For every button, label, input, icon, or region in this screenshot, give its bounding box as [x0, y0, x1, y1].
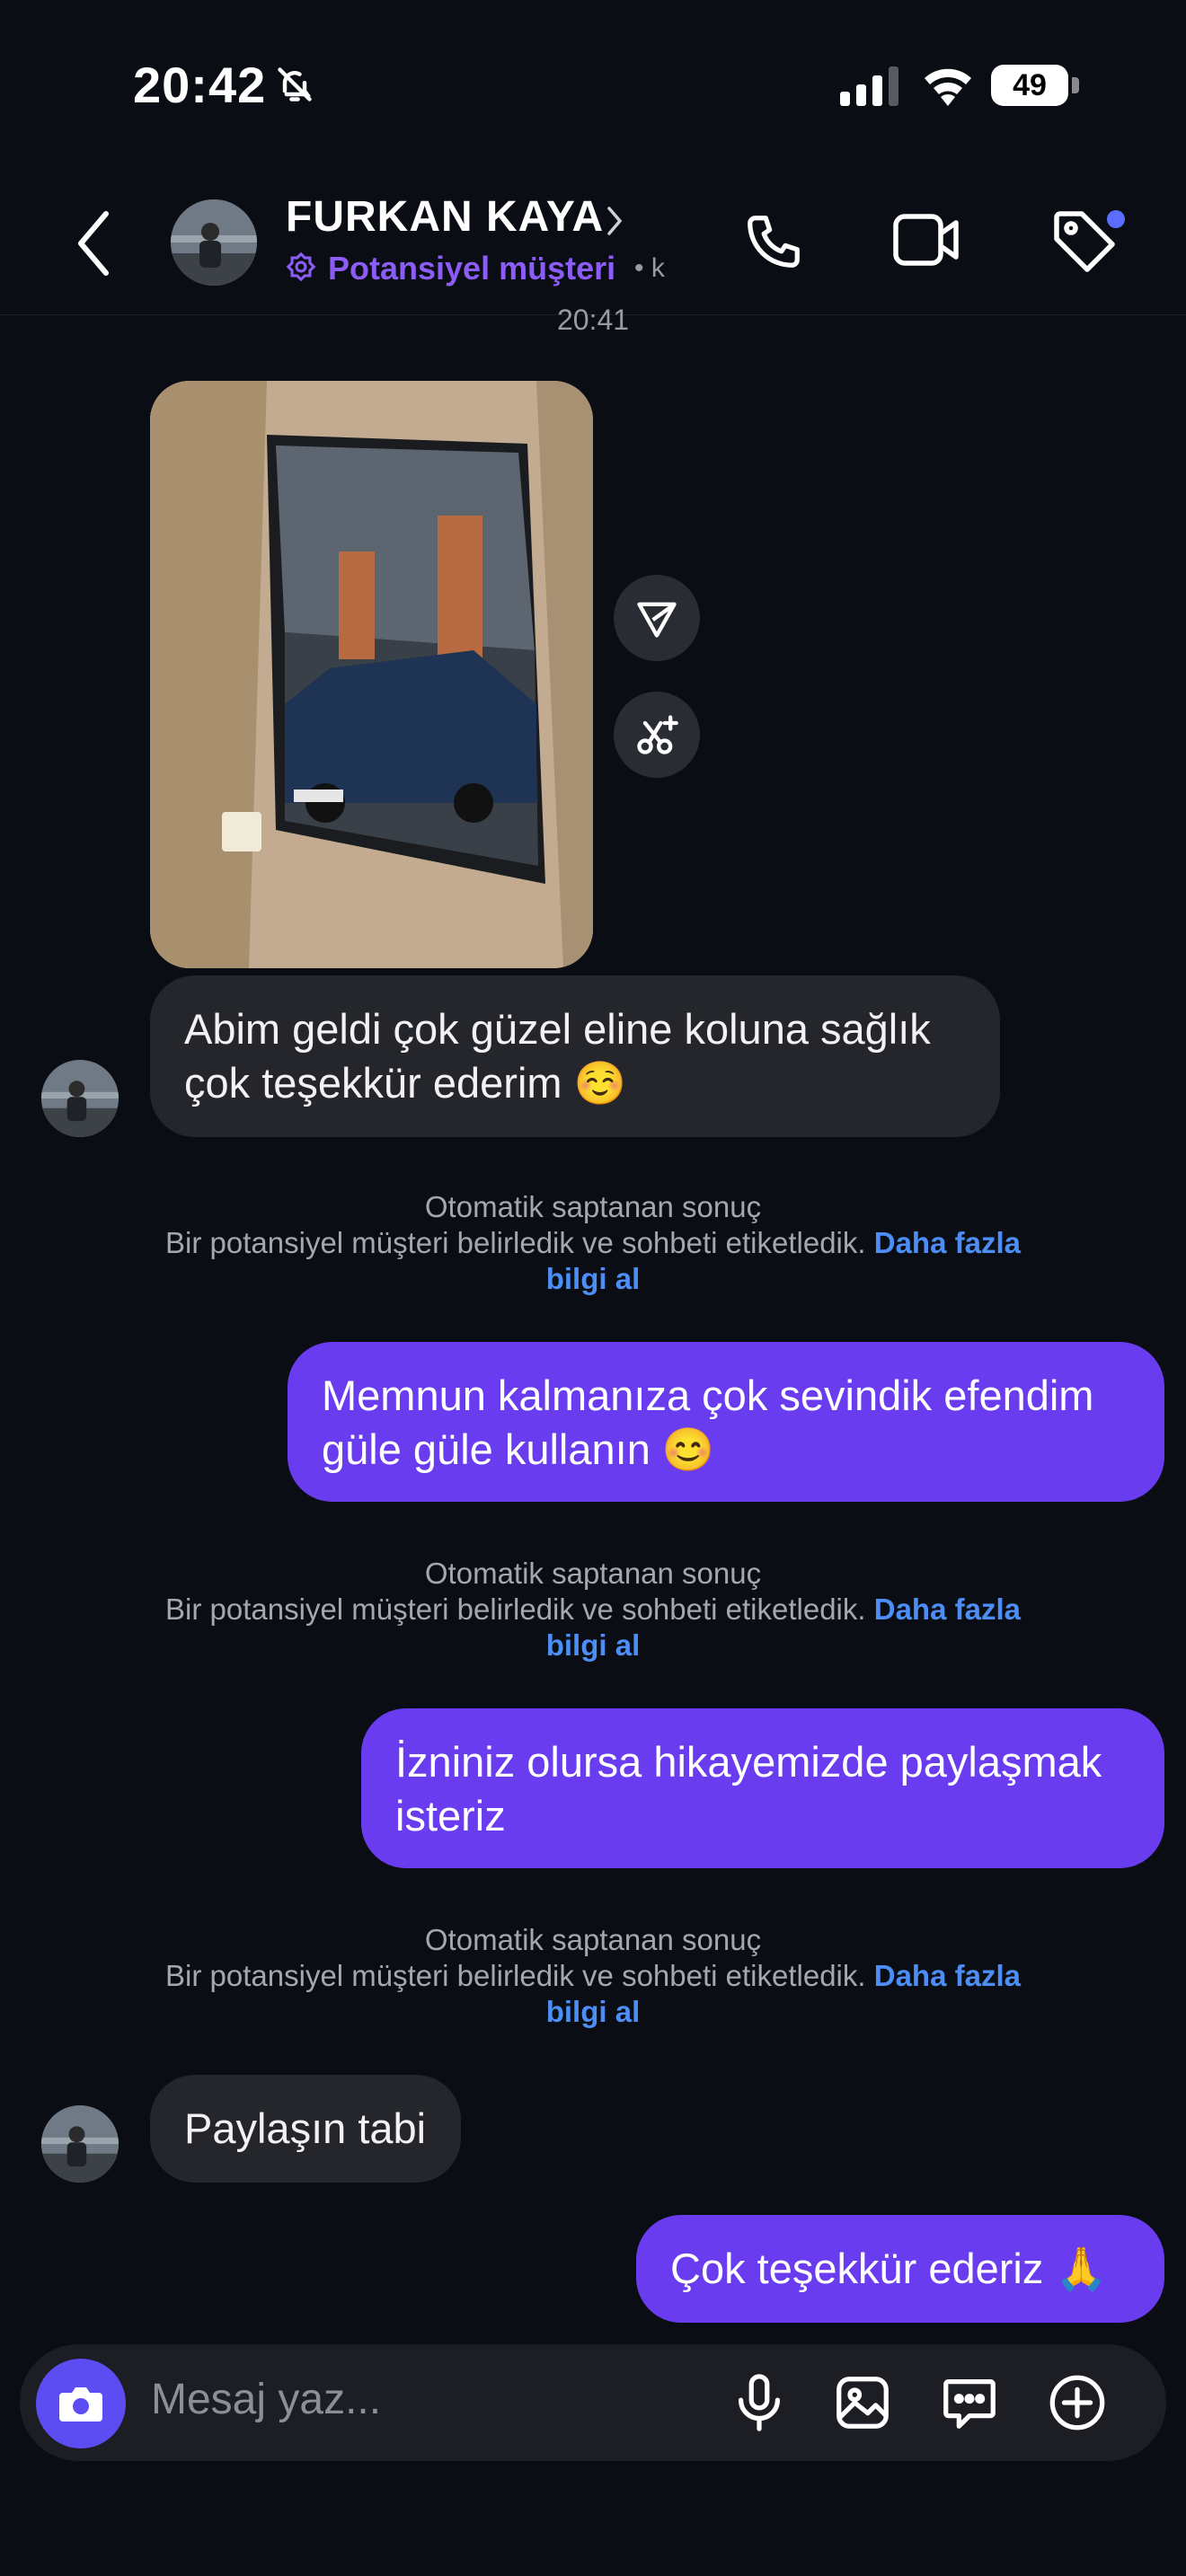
outgoing-message[interactable]: İzniniz olursa hikayemizde paylaşmak ist… — [361, 1708, 1164, 1868]
learn-more-link-cont[interactable]: bilgi al — [0, 1994, 1186, 2030]
bell-muted-icon — [278, 67, 312, 101]
cellular-signal-icon — [840, 66, 898, 106]
outgoing-message[interactable]: Çok teşekkür ederiz 🙏 — [636, 2215, 1164, 2323]
notice-title: Otomatik saptanan sonuç — [424, 1923, 762, 1956]
status-time: 20:42 — [133, 57, 267, 113]
camera-button[interactable] — [36, 2359, 126, 2448]
message-text: Memnun kalmanıza çok sevindik efendim gü… — [322, 1372, 1094, 1473]
photo-message[interactable] — [150, 381, 593, 968]
system-notice: Otomatik saptanan sonuç Bir potansiyel m… — [0, 1189, 1186, 1297]
contact-subtitle-more: • k — [634, 253, 665, 283]
lead-tag-icon — [286, 251, 316, 282]
video-call-icon[interactable] — [893, 212, 960, 268]
notice-body: Bir potansiyel müşteri belirledik ve soh… — [165, 1959, 866, 1992]
message-text: İzniniz olursa hikayemizde paylaşmak ist… — [395, 1738, 1102, 1839]
contact-avatar[interactable] — [171, 199, 257, 286]
learn-more-link-cont[interactable]: bilgi al — [0, 1628, 1186, 1663]
time-separator: 20:41 — [556, 304, 630, 336]
notification-dot — [1107, 210, 1125, 228]
scissors-sparkle-icon — [637, 715, 678, 754]
message-text: Abim geldi çok güzel eline koluna sağlık… — [184, 1005, 931, 1107]
forward-button[interactable] — [614, 575, 700, 661]
learn-more-link[interactable]: Daha fazla — [874, 1226, 1021, 1259]
notice-title: Otomatik saptanan sonuç — [424, 1557, 762, 1590]
learn-more-link-cont[interactable]: bilgi al — [0, 1261, 1186, 1297]
notice-body: Bir potansiyel müşteri belirledik ve soh… — [165, 1592, 866, 1626]
phone-call-icon[interactable] — [742, 210, 805, 273]
learn-more-link[interactable]: Daha fazla — [874, 1592, 1021, 1626]
outgoing-message[interactable]: Memnun kalmanıza çok sevindik efendim gü… — [288, 1342, 1164, 1502]
add-plus-icon[interactable] — [1046, 2371, 1109, 2434]
incoming-message[interactable]: Paylaşın tabi — [150, 2075, 461, 2183]
edit-ai-button[interactable] — [614, 692, 700, 778]
gallery-icon[interactable] — [831, 2371, 894, 2434]
incoming-message[interactable]: Abim geldi çok güzel eline koluna sağlık… — [150, 975, 1000, 1137]
microphone-icon[interactable] — [728, 2371, 791, 2434]
message-text: Paylaşın tabi — [184, 2104, 427, 2152]
notice-body: Bir potansiyel müşteri belirledik ve soh… — [165, 1226, 866, 1259]
message-text: Çok teşekkür ederiz 🙏 — [670, 2245, 1108, 2292]
quick-reply-icon[interactable] — [938, 2371, 1001, 2434]
battery-indicator: 49 — [991, 65, 1081, 106]
message-input[interactable]: Mesaj yaz... — [151, 2375, 381, 2424]
contact-name[interactable]: FURKAN KAYA — [286, 192, 604, 242]
sender-avatar[interactable] — [41, 2105, 119, 2183]
sender-avatar[interactable] — [41, 1060, 119, 1137]
battery-cap — [1072, 77, 1079, 93]
system-notice: Otomatik saptanan sonuç Bir potansiyel m… — [0, 1556, 1186, 1663]
chevron-right-icon[interactable] — [604, 205, 625, 237]
system-notice: Otomatik saptanan sonuç Bir potansiyel m… — [0, 1922, 1186, 2030]
back-chevron-icon[interactable] — [75, 208, 111, 278]
notice-title: Otomatik saptanan sonuç — [424, 1190, 762, 1223]
wifi-icon — [925, 68, 971, 106]
learn-more-link[interactable]: Daha fazla — [874, 1959, 1021, 1992]
battery-level: 49 — [991, 65, 1068, 106]
camera-icon — [59, 2387, 102, 2422]
send-icon — [637, 602, 677, 638]
contact-tag-label[interactable]: Potansiyel müşteri — [328, 250, 615, 287]
